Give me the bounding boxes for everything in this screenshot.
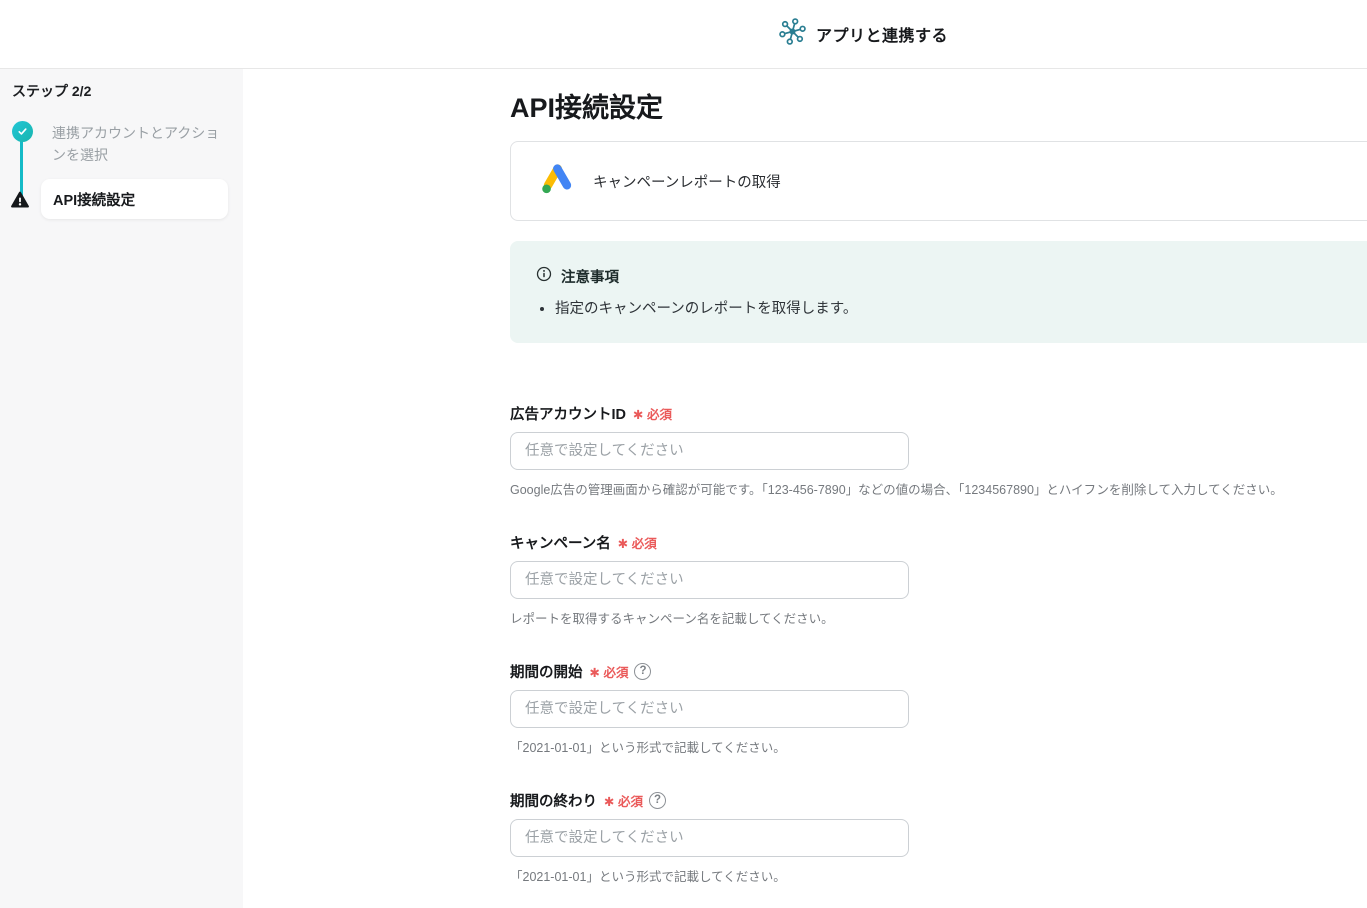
google-ads-icon <box>539 160 576 202</box>
ad-account-id-input[interactable] <box>510 432 909 470</box>
field-help-text: 「2021-01-01」という形式で記載してください。 <box>510 741 786 755</box>
help-question-icon[interactable]: ? <box>648 791 666 809</box>
sidebar-step-api-connection-label: API接続設定 <box>53 192 136 209</box>
integration-hub-icon <box>779 18 806 50</box>
field-help-text: レポートを取得するキャンペーン名を記載してください。 <box>510 612 834 626</box>
app-header: アプリと連携する <box>0 0 1367 69</box>
field-period-end: 期間の終わり ✱ 必須 ? 「2021-01-01」という形式で記載してください… <box>510 790 1367 885</box>
field-label: キャンペーン名 <box>510 535 611 552</box>
field-ad-account-id: 広告アカウントID ✱ 必須 Google広告の管理画面から確認が可能です。「1… <box>510 403 1367 498</box>
field-campaign-name: キャンペーン名 ✱ 必須 レポートを取得するキャンペーン名を記載してください。 <box>510 532 1367 627</box>
step-connector-line <box>20 135 23 197</box>
field-period-start: 期間の開始 ✱ 必須 ? 「2021-01-01」という形式で記載してください。 <box>510 661 1367 756</box>
field-help-text: 「2021-01-01」という形式で記載してください。 <box>510 870 786 884</box>
field-label: 広告アカウントID <box>510 406 626 423</box>
page: アプリと連携する ステップ 2/2 連携アカウントとアクションを選択 API接続… <box>0 0 1367 908</box>
required-badge: ✱ 必須 <box>589 665 629 680</box>
required-badge: ✱ 必須 <box>617 536 657 551</box>
required-badge: ✱ 必須 <box>633 407 672 422</box>
notice-list: 指定のキャンペーンのレポートを取得します。 <box>536 299 1367 319</box>
sidebar-step-select-account-action[interactable]: 連携アカウントとアクションを選択 <box>52 123 224 166</box>
page-title: API接続設定 <box>510 93 664 123</box>
help-question-icon[interactable]: ? <box>634 662 652 680</box>
period-end-input[interactable] <box>510 819 909 857</box>
required-badge: ✱ 必須 <box>604 794 643 809</box>
period-start-input[interactable] <box>510 690 909 728</box>
field-help-text: Google広告の管理画面から確認が可能です。「123-456-7890」などの… <box>510 483 1283 497</box>
action-name: キャンペーンレポートの取得 <box>593 174 781 191</box>
field-label: 期間の開始 <box>510 664 583 681</box>
sidebar-step-api-connection[interactable]: API接続設定 <box>41 179 228 219</box>
check-circle-icon <box>12 121 33 142</box>
action-summary-card: キャンペーンレポートの取得 <box>510 141 1367 221</box>
sidebar: ステップ 2/2 連携アカウントとアクションを選択 API接続設定 <box>0 69 243 908</box>
api-settings-form: 広告アカウントID ✱ 必須 Google広告の管理画面から確認が可能です。「1… <box>510 403 1367 908</box>
notice-item: 指定のキャンペーンのレポートを取得します。 <box>555 299 1367 319</box>
header-title: アプリと連携する <box>816 28 949 45</box>
header-content: アプリと連携する <box>779 0 948 68</box>
notice-box: 注意事項 指定のキャンペーンのレポートを取得します。 <box>510 241 1367 343</box>
step-counter: ステップ 2/2 <box>12 83 92 99</box>
notice-title: 注意事項 <box>561 270 619 286</box>
warning-triangle-icon <box>10 190 30 210</box>
main-content: API接続設定 キャンペーンレポートの取得 注意事項 • 指定のキャンペーンのレ… <box>510 69 1367 908</box>
field-label: 期間の終わり <box>510 793 597 810</box>
info-icon <box>536 266 552 287</box>
campaign-name-input[interactable] <box>510 561 909 599</box>
